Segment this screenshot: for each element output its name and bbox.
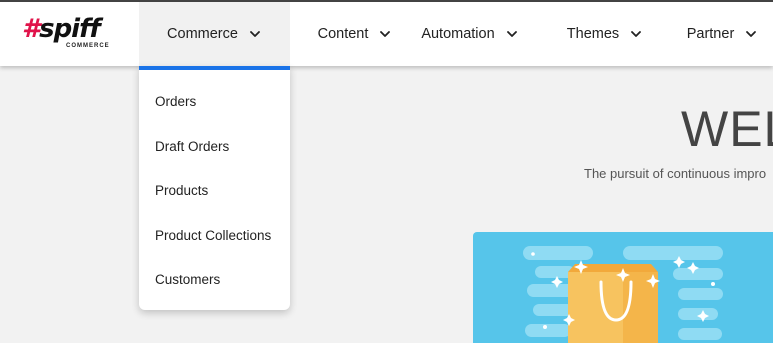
hero-subtitle: The pursuit of continuous impro — [584, 166, 767, 181]
nav-commerce[interactable]: Commerce — [139, 2, 290, 66]
nav-partner[interactable]: Partner — [672, 2, 773, 66]
logo-text: #spiff — [22, 14, 101, 44]
nav-commerce-label: Commerce — [167, 26, 238, 42]
nav-themes[interactable]: Themes — [550, 2, 660, 66]
chevron-down-icon — [631, 31, 642, 37]
chevron-down-icon — [506, 31, 517, 37]
top-navbar: #spiff COMMERCE Commerce Content Automat… — [0, 2, 773, 66]
commerce-dropdown-menu: Orders Draft Orders Products Product Col… — [139, 66, 290, 310]
menu-item-draft-orders[interactable]: Draft Orders — [139, 128, 290, 164]
menu-item-products[interactable]: Products — [139, 172, 290, 208]
shopping-bag-icon — [473, 232, 773, 343]
menu-item-orders[interactable]: Orders — [139, 83, 290, 119]
nav-automation[interactable]: Automation — [410, 2, 530, 66]
menu-item-product-collections[interactable]: Product Collections — [139, 217, 290, 253]
nav-content-label: Content — [317, 26, 369, 42]
chevron-down-icon — [250, 31, 260, 37]
nav-content[interactable]: Content — [290, 2, 420, 66]
shopping-bag-illustration — [473, 232, 773, 343]
nav-partner-label: Partner — [686, 26, 735, 42]
spiff-logo[interactable]: #spiff COMMERCE — [22, 14, 122, 53]
logo-subtext: COMMERCE — [66, 43, 110, 49]
menu-item-customers[interactable]: Customers — [139, 261, 290, 297]
chevron-down-icon — [746, 31, 757, 37]
hero-title: WEL — [681, 101, 773, 157]
nav-themes-label: Themes — [566, 26, 620, 42]
nav-automation-label: Automation — [421, 26, 495, 42]
chevron-down-icon — [380, 31, 391, 37]
